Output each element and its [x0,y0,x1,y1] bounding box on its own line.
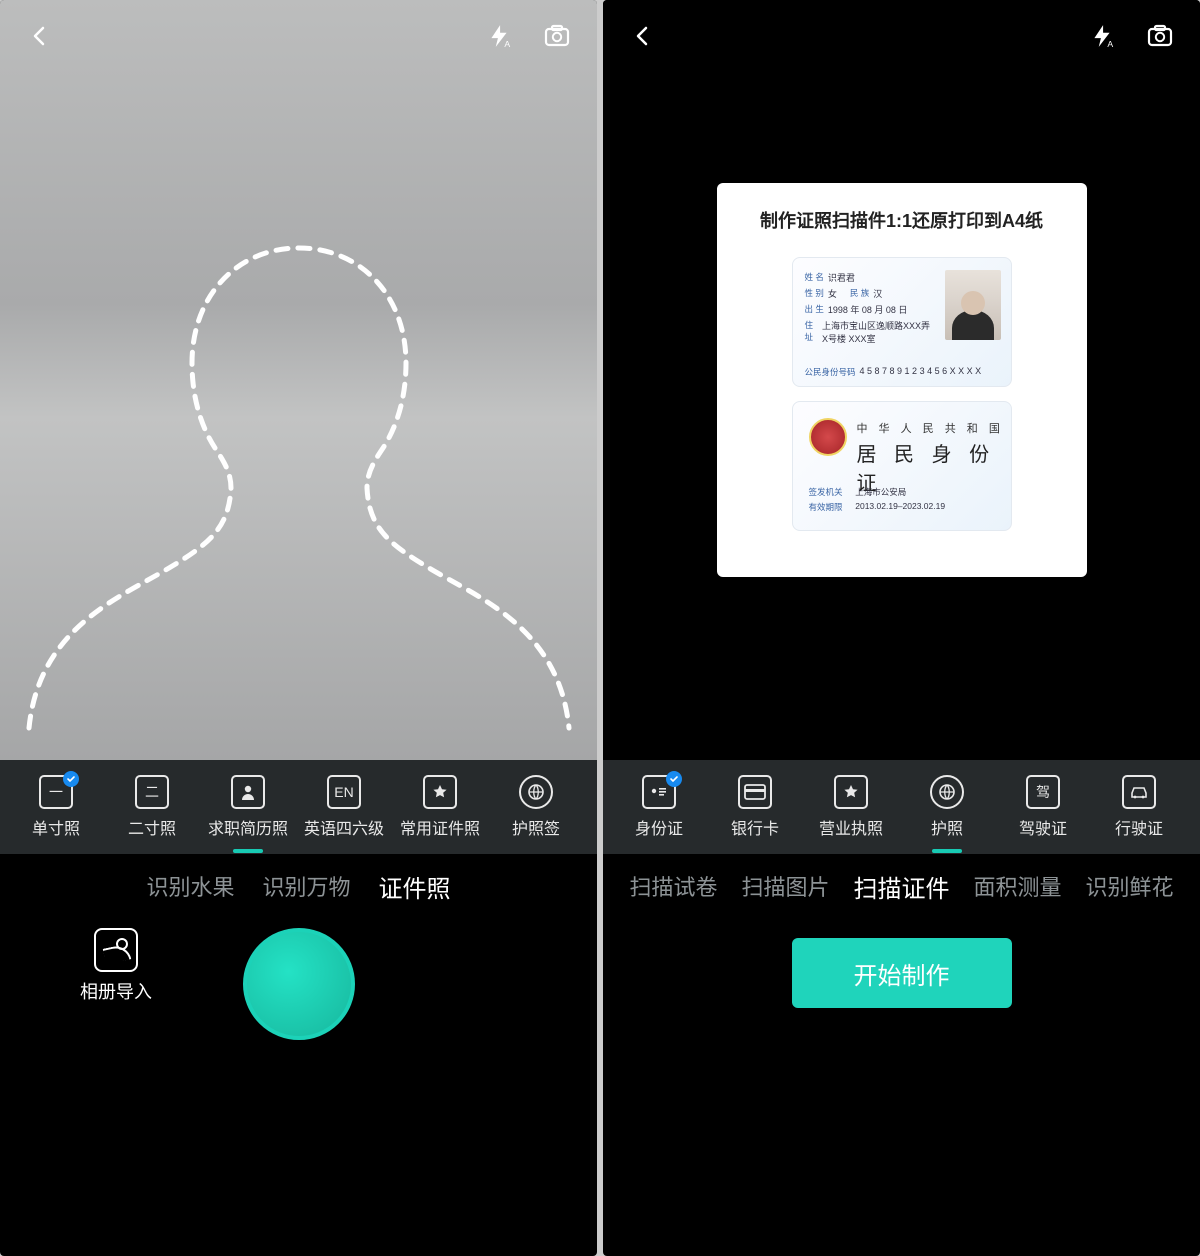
mode-tabs[interactable]: 识别水果 识别万物 证件照 [0,854,597,918]
en-icon: EN [327,775,361,809]
id-card-front: 姓 名识君君 性 别女 民 族汉 出 生1998 年 08 月 08 日 住 址… [792,257,1012,387]
chip-cet[interactable]: EN 英语四六级 [296,771,392,843]
chip-idcard[interactable]: 身份证 [611,771,707,843]
globe-icon [519,775,553,809]
shutter-button[interactable] [243,928,355,1040]
top-bar: A [0,0,597,72]
doc-type-tabs[interactable]: 身份证 银行卡 营业执照 护照 驾 驾驶证 [603,760,1200,854]
car-icon [1122,775,1156,809]
camera-switch-icon[interactable] [1140,16,1180,56]
bottom-actions: 开始制作 [603,918,1200,1256]
chip-label: 行驶证 [1115,815,1163,839]
back-button[interactable] [20,16,60,56]
screen-left: A 一 单寸照 二 二寸照 求职简历照 EN 英语四六级 [0,0,597,1256]
flash-icon[interactable]: A [1082,16,1122,56]
start-label: 开始制作 [854,956,950,991]
chip-label: 二寸照 [128,815,176,839]
two-inch-icon: 二 [135,775,169,809]
person-outline-guide [19,98,579,738]
star-icon [834,775,868,809]
chip-resume[interactable]: 求职简历照 [200,771,296,843]
id-preview-panel: 制作证照扫描件1:1还原打印到A4纸 姓 名识君君 性 别女 民 族汉 出 生1… [717,183,1087,577]
chip-label: 求职简历照 [208,815,288,839]
back-button[interactable] [623,16,663,56]
chip-one-inch[interactable]: 一 单寸照 [8,771,104,843]
chip-label: 英语四六级 [304,815,384,839]
chip-bankcard[interactable]: 银行卡 [707,771,803,843]
svg-text:A: A [1107,39,1113,49]
emblem-icon [809,418,847,456]
camera-switch-icon[interactable] [537,16,577,56]
chip-label: 单寸照 [32,815,80,839]
chip-label: 身份证 [635,815,683,839]
doc-type-tabs[interactable]: 一 单寸照 二 二寸照 求职简历照 EN 英语四六级 常用证件照 [0,760,597,854]
mode-everything[interactable]: 识别万物 [263,870,351,902]
mode-scan-exam[interactable]: 扫描试卷 [629,870,717,902]
gallery-label: 相册导入 [80,978,152,1004]
drive-icon: 驾 [1026,775,1060,809]
chip-label: 护照签 [512,815,560,839]
camera-viewfinder [0,0,597,760]
screen-right: 制作证照扫描件1:1还原打印到A4纸 姓 名识君君 性 别女 民 族汉 出 生1… [603,0,1200,1256]
mode-tabs[interactable]: 扫描试卷 扫描图片 扫描证件 面积测量 识别鲜花 [603,854,1200,918]
chip-label: 驾驶证 [1019,815,1067,839]
country-title: 中 华 人 民 共 和 国 [857,420,1004,436]
id-card-back: 中 华 人 民 共 和 国 居 民 身 份 证 签发机关 上海市公安局 有效期限… [792,401,1012,531]
check-badge-icon [63,771,79,787]
mode-area[interactable]: 面积测量 [974,870,1062,902]
chip-drive-license[interactable]: 驾 驾驶证 [995,771,1091,843]
chip-common[interactable]: 常用证件照 [392,771,488,843]
gallery-icon [94,928,138,972]
chip-label: 营业执照 [819,815,883,839]
chip-label: 常用证件照 [400,815,480,839]
mode-scan-image[interactable]: 扫描图片 [741,870,829,902]
mode-flower[interactable]: 识别鲜花 [1086,870,1174,902]
card-icon [738,775,772,809]
chip-passport-visa[interactable]: 护照签 [488,771,584,843]
chip-label: 银行卡 [731,815,779,839]
star-icon [423,775,457,809]
check-badge-icon [666,771,682,787]
one-inch-icon: 一 [39,775,73,809]
start-button[interactable]: 开始制作 [792,938,1012,1008]
chip-label: 护照 [931,815,963,839]
svg-text:A: A [504,39,510,49]
mode-scan-id[interactable]: 扫描证件 [854,869,950,904]
chip-two-inch[interactable]: 二 二寸照 [104,771,200,843]
bottom-actions: 相册导入 [0,918,597,1256]
gallery-import-button[interactable]: 相册导入 [80,928,152,1004]
panel-title: 制作证照扫描件1:1还原打印到A4纸 [739,207,1065,233]
scan-preview: 制作证照扫描件1:1还原打印到A4纸 姓 名识君君 性 别女 民 族汉 出 生1… [603,0,1200,760]
person-icon [231,775,265,809]
chip-license[interactable]: 营业执照 [803,771,899,843]
chip-vehicle-license[interactable]: 行驶证 [1091,771,1187,843]
chip-passport[interactable]: 护照 [899,771,995,843]
mode-fruit[interactable]: 识别水果 [146,870,234,902]
flash-icon[interactable]: A [479,16,519,56]
mode-idphoto[interactable]: 证件照 [379,869,451,904]
top-bar: A [603,0,1200,72]
globe-icon [930,775,964,809]
idcard-icon [642,775,676,809]
id-photo [945,270,1001,340]
